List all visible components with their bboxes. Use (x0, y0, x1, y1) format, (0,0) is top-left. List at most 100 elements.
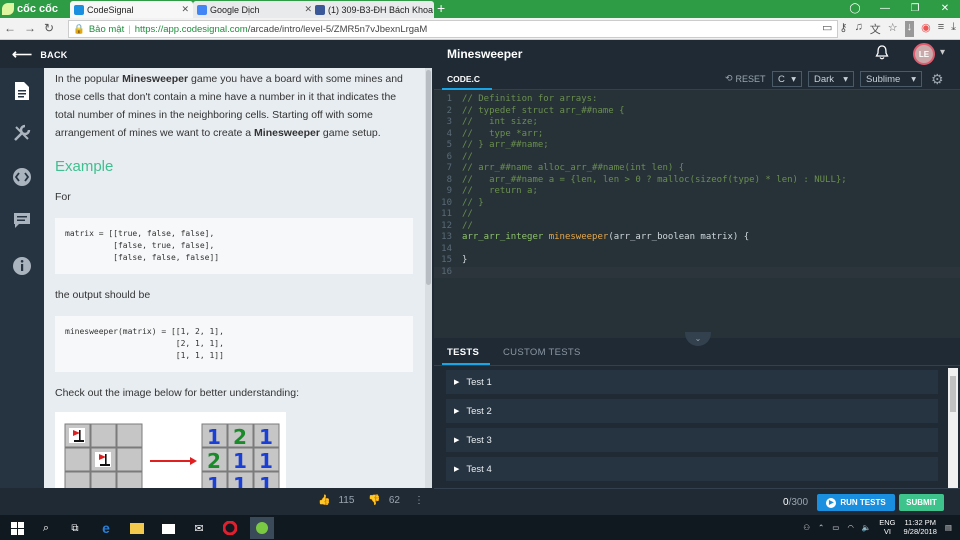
mail-icon[interactable]: ✉ (190, 519, 208, 537)
url-text: https://app.codesignal.com/arcade/intro/… (134, 23, 428, 35)
url-input[interactable]: 🔒 Bảo mật | https://app.codesignal.com/a… (68, 20, 838, 38)
notification-icon[interactable]: ▤ (945, 523, 952, 532)
test-item[interactable]: ▶ Test 3 (446, 428, 938, 452)
submit-button[interactable]: SUBMIT (899, 494, 944, 511)
translate-icon[interactable]: 文 (870, 21, 881, 37)
chevron-down-icon[interactable]: ▾ (940, 47, 945, 58)
code-line: // type *arr; (462, 128, 544, 139)
test-item[interactable]: ▶ Test 4 (446, 457, 938, 481)
close-icon[interactable]: ✕ (181, 4, 189, 15)
forward-nav-icon[interactable]: → (24, 21, 36, 35)
download-arrow-icon[interactable]: ⤓ (951, 21, 956, 37)
tab-tests[interactable]: TESTS (447, 347, 479, 358)
flag-icon (95, 452, 111, 467)
code-line: // arr_##name alloc_arr_##name(int len) … (462, 163, 685, 173)
code-line: // Definition for arrays: (462, 94, 598, 104)
volume-icon[interactable]: 🔈 (862, 523, 871, 532)
for-label: For (55, 191, 71, 203)
battery-icon[interactable]: ▭ (832, 523, 839, 532)
tab-custom-tests[interactable]: CUSTOM TESTS (503, 347, 581, 358)
reload-icon[interactable]: ↻ (44, 21, 54, 35)
browser-tab-codesignal[interactable]: CodeSignal ✕ (70, 1, 193, 18)
clock[interactable]: 11:32 PM 9/28/2018 (904, 518, 937, 536)
run-tests-button[interactable]: ▶ RUN TESTS (817, 494, 895, 511)
google-translate-favicon-icon (197, 4, 207, 15)
bookmark-star-icon[interactable]: ☆ (888, 21, 898, 37)
minimize-button[interactable]: — (870, 0, 900, 18)
opera-icon[interactable] (221, 519, 239, 537)
thumbs-down-icon[interactable]: 👎 (368, 495, 380, 506)
browser-tab-google-translate[interactable]: Google Dịch ✕ (193, 1, 316, 18)
page-title: Minesweeper (447, 47, 523, 61)
example-heading: Example (55, 158, 114, 175)
file-explorer-icon[interactable] (128, 519, 146, 537)
store-icon[interactable] (159, 519, 177, 537)
code-line: // (462, 151, 473, 162)
back-nav-icon[interactable]: ← (4, 21, 16, 35)
maximize-button[interactable]: ❐ (900, 0, 930, 18)
wrench-icon (14, 124, 31, 141)
description-nav[interactable] (9, 78, 35, 104)
test-item[interactable]: ▶ Test 2 (446, 399, 938, 423)
search-icon[interactable]: ⌕ (37, 519, 55, 537)
code-line: // arr_##name a = {len, len > 0 ? malloc… (462, 174, 847, 185)
svg-text:2: 2 (207, 449, 221, 473)
test-item[interactable]: ▶ Test 1 (446, 370, 938, 394)
browser-tab-facebook[interactable]: (1) 309-B3-ĐH Bách Khoa ✕ (311, 1, 434, 18)
coccoc-leaf-icon (2, 3, 14, 15)
close-window-button[interactable]: ✕ (930, 0, 960, 18)
reset-button[interactable]: ⟲ RESET (725, 73, 766, 84)
file-tab[interactable]: CODE.C (447, 74, 480, 84)
wifi-icon[interactable]: ◠ (847, 523, 854, 532)
download-icon[interactable]: ↓ (904, 21, 915, 37)
menu-icon[interactable]: ≡ (938, 21, 944, 37)
matrix-code-block: matrix = [[true, false, false], [false, … (55, 218, 413, 274)
key-icon[interactable]: ⚷ (839, 21, 847, 37)
browser-tab-strip: cốc cốc CodeSignal ✕ Google Dịch ✕ (1) 3… (0, 0, 960, 18)
input-language[interactable]: ENG VI (879, 518, 895, 536)
thumbs-up-icon[interactable]: 👍 (318, 495, 330, 506)
theme-select[interactable]: Dark ▾ (808, 71, 854, 87)
cast-icon[interactable]: ▭ (822, 21, 832, 37)
back-button[interactable]: ⟵ BACK (12, 46, 68, 63)
code-icon (13, 168, 31, 186)
profile-icon[interactable]: ◯ (840, 0, 870, 18)
task-view-icon[interactable]: ⧉ (66, 519, 84, 537)
info-nav[interactable] (9, 253, 35, 279)
document-icon (15, 82, 29, 100)
code-line: // } arr_##name; (462, 140, 549, 150)
intro-paragraph: In the popular Minesweeper game you have… (55, 73, 403, 139)
code-lines[interactable]: 1// Definition for arrays: 2// typedef s… (434, 94, 960, 278)
more-options-icon[interactable]: ⋮ (414, 495, 424, 506)
music-icon[interactable]: ♫ (854, 21, 862, 37)
coccoc-taskbar-icon[interactable] (250, 517, 274, 539)
tools-nav[interactable] (9, 120, 35, 146)
new-tab-button[interactable]: + (437, 0, 445, 16)
upvote-count: 115 (338, 495, 355, 506)
code-line: // } (462, 197, 484, 208)
language-select[interactable]: C ▾ (772, 71, 802, 87)
output-code-block: minesweeper(matrix) = [[1, 2, 1], [2, 1,… (55, 316, 413, 372)
description-scrollbar[interactable] (425, 68, 432, 488)
gear-icon[interactable]: ⚙ (931, 71, 944, 88)
windows-taskbar: ⌕ ⧉ e ✉ ⚇ ⌃ ▭ ◠ 🔈 ENG VI 11:32 PM 9/28/201… (0, 515, 960, 540)
chevron-up-icon[interactable]: ⌃ (818, 523, 824, 532)
back-label: BACK (40, 49, 68, 60)
tests-scrollbar[interactable] (948, 368, 958, 488)
discussion-nav[interactable] (9, 208, 35, 234)
chat-icon (14, 213, 30, 228)
windows-start-icon[interactable] (8, 519, 26, 537)
extension-icon[interactable]: ◉ (921, 21, 931, 37)
code-editor: CODE.C ⟲ RESET C ▾ Dark ▾ Sublime ▾ ⚙ 1// D… (434, 68, 960, 338)
keymap-select[interactable]: Sublime ▾ (860, 71, 922, 87)
edge-icon[interactable]: e (97, 519, 115, 537)
char-count: 0/300 (783, 497, 809, 508)
caret-down-icon: ▾ (911, 73, 916, 85)
code-nav[interactable] (9, 164, 35, 190)
people-icon[interactable]: ⚇ (803, 523, 810, 532)
image-label: Check out the image below for better und… (55, 387, 299, 399)
bell-icon[interactable] (875, 45, 889, 61)
coccoc-logo[interactable]: cốc cốc (2, 1, 68, 17)
avatar[interactable]: LE (913, 43, 935, 65)
